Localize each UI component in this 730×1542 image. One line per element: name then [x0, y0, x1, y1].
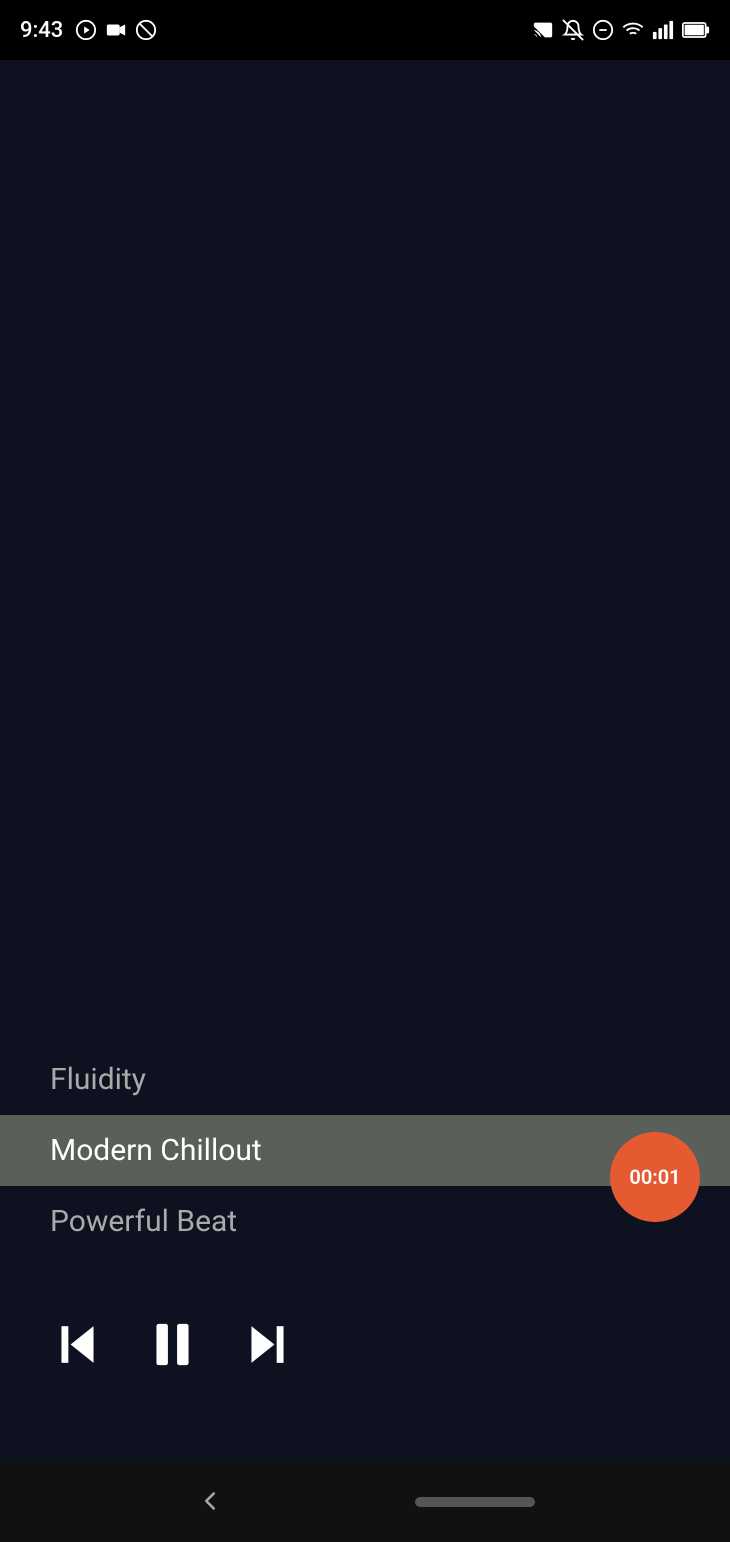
track-item-fluidity[interactable]: Fluidity — [0, 1044, 730, 1115]
status-bar-right — [532, 19, 710, 41]
timer-badge[interactable]: 00:01 — [610, 1132, 700, 1222]
status-icons-left — [75, 19, 157, 41]
pause-icon — [145, 1317, 200, 1372]
mute-icon — [562, 19, 584, 41]
wifi-icon — [622, 19, 644, 41]
play-circle-icon — [75, 19, 97, 41]
signal-icon — [652, 19, 674, 41]
pause-button[interactable] — [145, 1317, 200, 1372]
main-content: Fluidity Modern Chillout Powerful Beat — [0, 60, 730, 1462]
minus-circle-icon — [592, 19, 614, 41]
nav-back-icon — [195, 1486, 225, 1516]
prev-button[interactable] — [50, 1317, 105, 1372]
battery-icon — [682, 19, 710, 41]
status-bar-left: 9:43 — [20, 18, 157, 43]
next-icon — [240, 1317, 295, 1372]
status-bar: 9:43 — [0, 0, 730, 60]
next-button[interactable] — [240, 1317, 295, 1372]
cast-icon — [532, 19, 554, 41]
no-symbol-icon — [135, 19, 157, 41]
nav-bar — [0, 1462, 730, 1542]
video-icon — [105, 19, 127, 41]
playback-controls — [0, 1257, 730, 1402]
nav-back-button[interactable] — [195, 1486, 225, 1519]
nav-home-pill[interactable] — [415, 1497, 535, 1507]
prev-icon — [50, 1317, 105, 1372]
status-time: 9:43 — [20, 18, 63, 43]
